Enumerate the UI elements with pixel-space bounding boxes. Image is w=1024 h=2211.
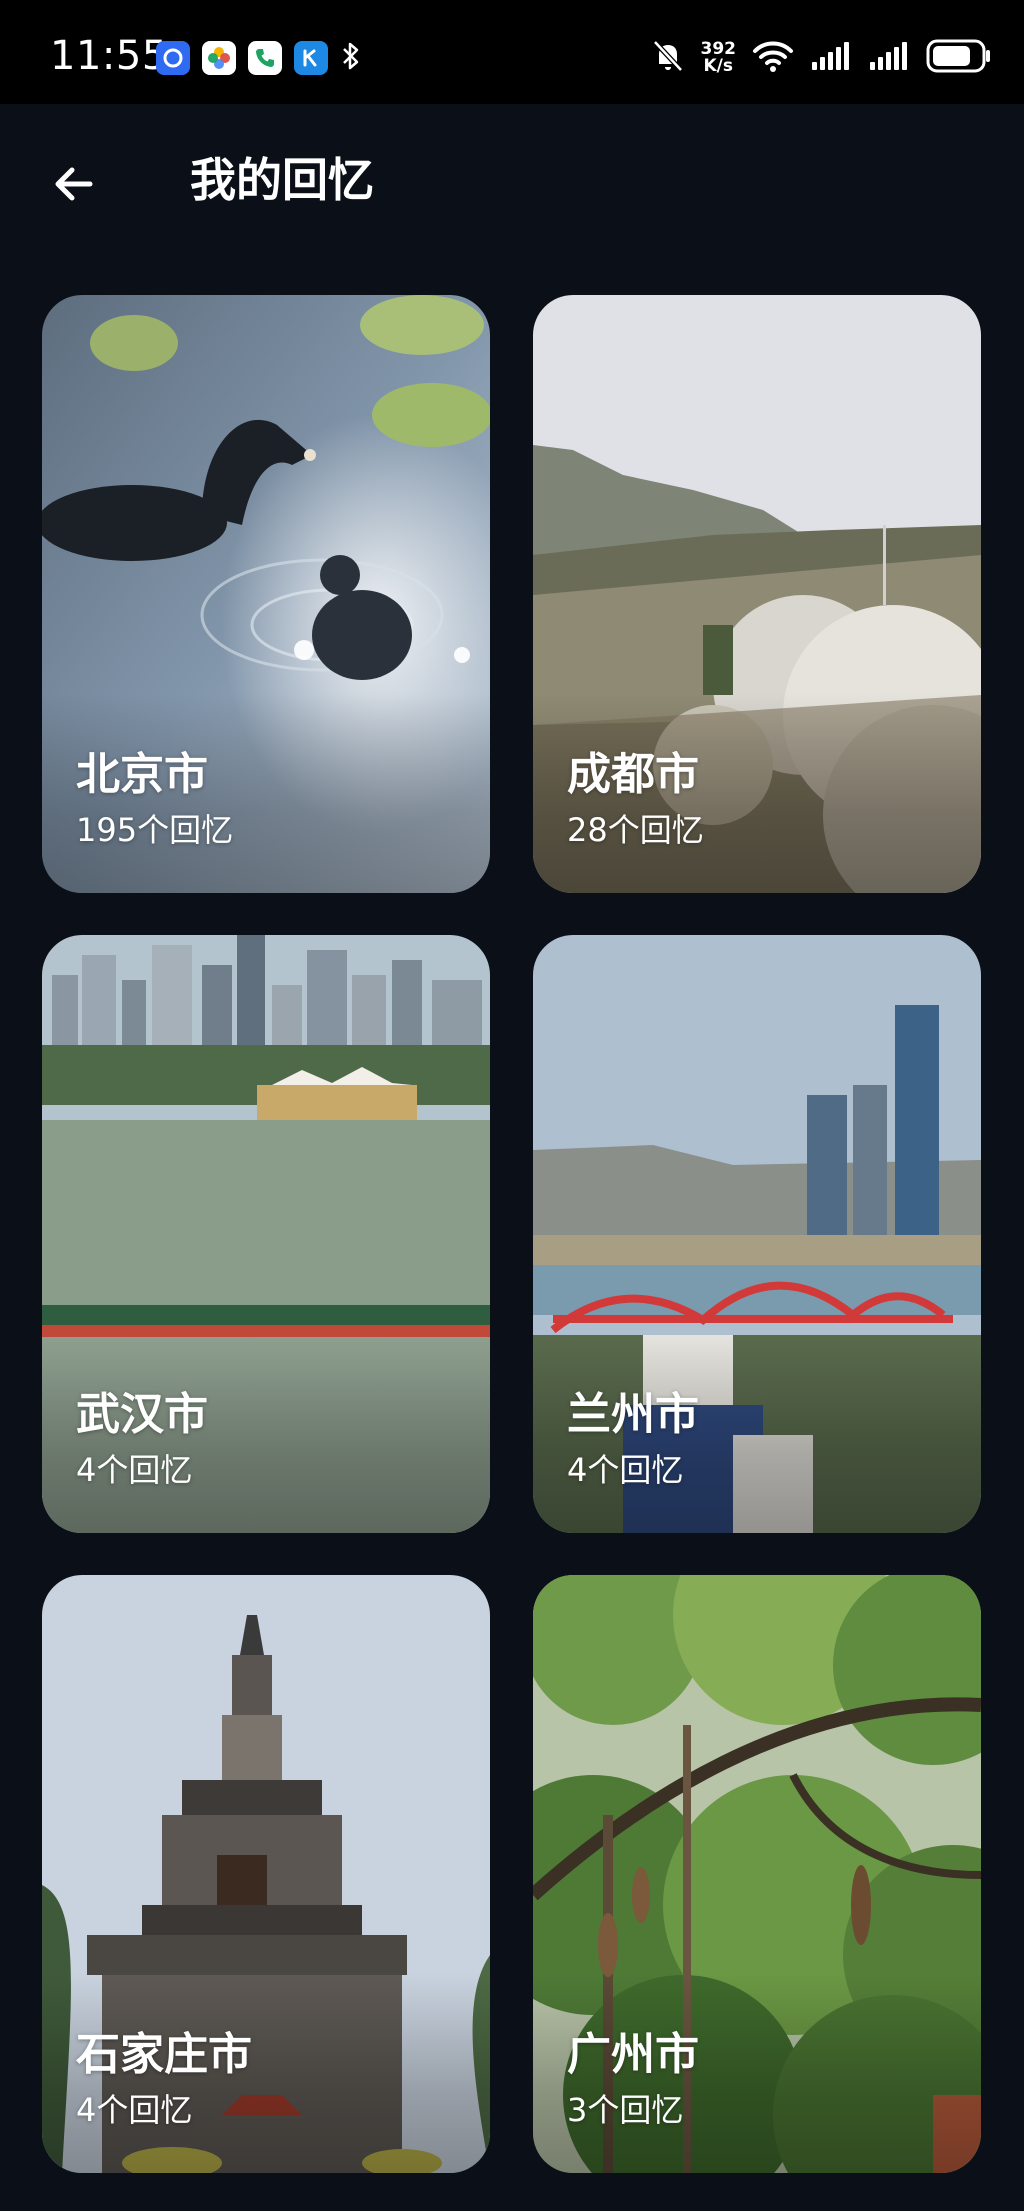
- album-card-chengdu[interactable]: 成都市 28个回忆: [533, 295, 981, 893]
- album-city-name: 广州市: [567, 2029, 699, 2080]
- album-memory-count: 4个回忆: [567, 1451, 684, 1489]
- memories-grid: 北京市 195个回忆 成都市 28个回忆 武汉市 4个回忆 兰州市 4个回忆 石…: [42, 295, 982, 2173]
- notification-icons: [156, 40, 362, 76]
- battery-icon: [926, 39, 992, 77]
- phone-app-icon: [248, 41, 282, 75]
- album-city-name: 石家庄市: [76, 2029, 252, 2080]
- network-speed: 392 K/s: [701, 41, 737, 75]
- mute-icon: [651, 38, 685, 78]
- system-status-icons: 392 K/s: [651, 38, 993, 78]
- album-card-guangzhou[interactable]: 广州市 3个回忆: [533, 1575, 981, 2173]
- app-notification-icon: [156, 41, 190, 75]
- signal-icon-sim1: [810, 40, 852, 76]
- album-card-lanzhou[interactable]: 兰州市 4个回忆: [533, 935, 981, 1533]
- k-app-icon: [294, 41, 328, 75]
- photos-app-icon: [202, 41, 236, 75]
- app-header: 我的回忆: [0, 104, 1024, 254]
- album-memory-count: 28个回忆: [567, 811, 704, 849]
- album-city-name: 武汉市: [76, 1389, 208, 1440]
- album-memory-count: 4个回忆: [76, 2091, 193, 2129]
- album-memory-count: 4个回忆: [76, 1451, 193, 1489]
- bluetooth-icon: [340, 39, 362, 77]
- page-title: 我的回忆: [190, 153, 374, 207]
- album-card-shijiazhuang[interactable]: 石家庄市 4个回忆: [42, 1575, 490, 2173]
- album-card-beijing[interactable]: 北京市 195个回忆: [42, 295, 490, 893]
- album-card-wuhan[interactable]: 武汉市 4个回忆: [42, 935, 490, 1533]
- network-speed-unit: K/s: [703, 56, 733, 76]
- album-city-name: 成都市: [567, 749, 699, 800]
- album-city-name: 北京市: [76, 749, 208, 800]
- status-time: 11:55: [50, 33, 168, 79]
- back-button[interactable]: [44, 154, 104, 214]
- status-bar: 11:55 392 K/s: [0, 0, 1024, 104]
- signal-icon-sim2: [868, 40, 910, 76]
- album-memory-count: 195个回忆: [76, 811, 234, 849]
- album-memory-count: 3个回忆: [567, 2091, 684, 2129]
- back-arrow-icon: [55, 167, 93, 201]
- wifi-icon: [752, 39, 794, 77]
- album-city-name: 兰州市: [567, 1389, 699, 1440]
